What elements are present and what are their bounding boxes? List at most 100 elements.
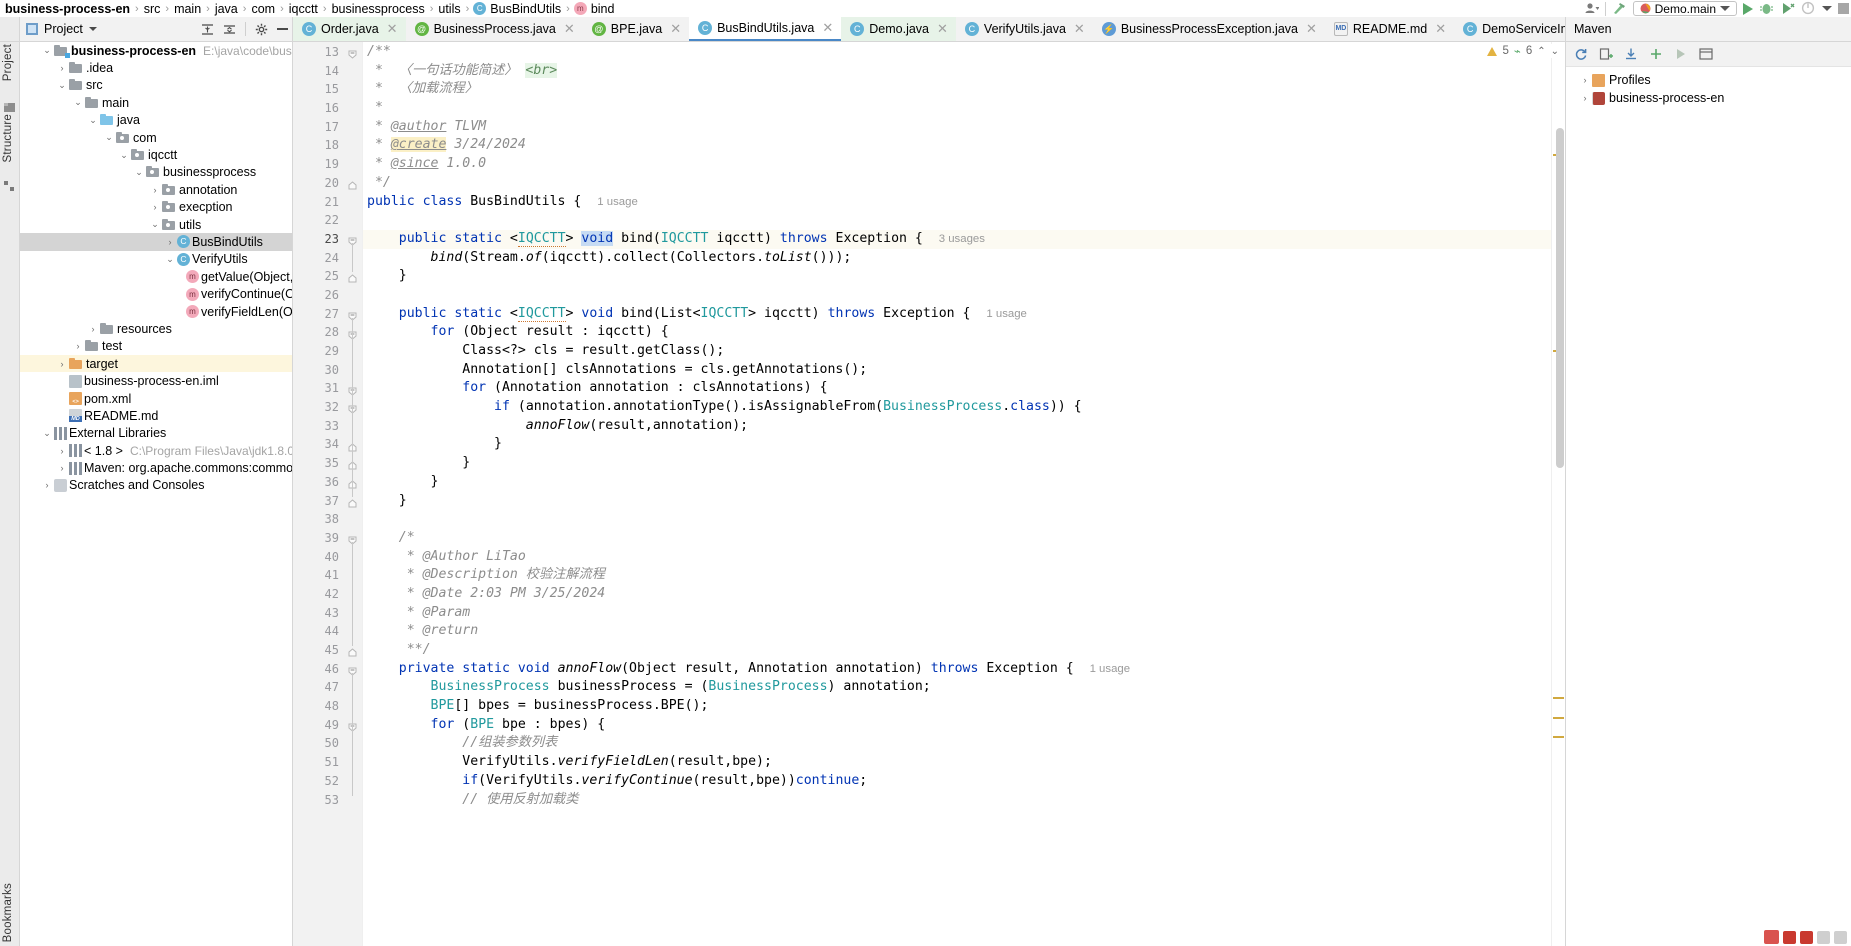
chevron-right-icon[interactable]: › — [55, 63, 69, 73]
tree-row-com[interactable]: ⌄ com — [20, 129, 292, 146]
hammer-build-icon[interactable] — [1612, 1, 1627, 16]
editor-scrollbar-thumb[interactable] — [1556, 128, 1564, 468]
tree-row-method-getvalue[interactable]: m getValue(Object, Strin — [20, 268, 292, 285]
code-line[interactable] — [363, 510, 1551, 529]
editor-tab-readme-md[interactable]: MD README.md ✕ — [1324, 17, 1455, 41]
breadcrumb-item-1[interactable]: src — [143, 2, 162, 16]
maven-tree[interactable]: › Profiles › business-process-en — [1566, 67, 1851, 107]
fold-collapse-icon[interactable] — [348, 664, 357, 676]
tree-row-utils[interactable]: ⌄ utils — [20, 216, 292, 233]
line-number[interactable]: 32 — [293, 398, 343, 417]
chevron-right-icon[interactable]: › — [163, 237, 177, 247]
editor-tab-busbindutils-java[interactable]: C BusBindUtils.java ✕ — [689, 17, 842, 41]
debug-icon[interactable] — [1759, 1, 1774, 16]
run-configuration-selector[interactable]: Demo.main — [1632, 1, 1737, 16]
download-sources-icon[interactable] — [1624, 47, 1638, 61]
line-number[interactable]: 18 — [293, 136, 343, 155]
line-number[interactable]: 41 — [293, 566, 343, 585]
code-line[interactable]: * @Param — [363, 604, 1551, 623]
tree-row-scratches-and-consoles[interactable]: › Scratches and Consoles — [20, 477, 292, 494]
line-number[interactable]: 16 — [293, 99, 343, 118]
add-dependency-icon[interactable] — [1599, 47, 1613, 61]
code-line[interactable]: * — [363, 99, 1551, 118]
breadcrumb-item-2[interactable]: main — [173, 2, 202, 16]
fold-collapse-icon[interactable] — [348, 234, 357, 246]
code-line[interactable]: private static void annoFlow(Object resu… — [363, 660, 1551, 679]
close-icon[interactable]: ✕ — [937, 21, 948, 37]
code-line[interactable]: * 〈加载流程〉 — [363, 80, 1551, 99]
warning-marker[interactable] — [1553, 697, 1564, 699]
line-number[interactable]: 36 — [293, 473, 343, 492]
warning-marker[interactable] — [1553, 736, 1564, 738]
dim-badge-icon[interactable] — [1834, 930, 1847, 944]
chevron-right-icon[interactable]: › — [55, 446, 69, 456]
tree-row-business-process-en[interactable]: ⌄ business-process-en E:\java\code\busin… — [20, 42, 292, 59]
code-line[interactable]: public static <IQCCTT> void bind(IQCCTT … — [363, 229, 1551, 249]
tree-row-annotation[interactable]: › annotation — [20, 181, 292, 198]
tree-row-readme-md[interactable]: MD README.md — [20, 407, 292, 424]
chevron-down-icon[interactable] — [1720, 6, 1730, 11]
line-number[interactable]: 34 — [293, 435, 343, 454]
breadcrumb-item-0[interactable]: business-process-en — [4, 2, 131, 16]
chevron-down-icon[interactable]: ⌄ — [132, 167, 146, 178]
line-number[interactable]: 24 — [293, 249, 343, 268]
line-number[interactable]: 35 — [293, 454, 343, 473]
line-number[interactable]: 48 — [293, 697, 343, 716]
fold-end-icon[interactable] — [348, 178, 357, 190]
chevron-right-icon[interactable]: › — [40, 480, 54, 490]
close-icon[interactable]: ✕ — [670, 21, 681, 37]
chevron-down-icon[interactable] — [1822, 6, 1832, 11]
tree-row-execption[interactable]: › execption — [20, 199, 292, 216]
breadcrumb-item-7[interactable]: utils — [437, 2, 461, 16]
code-folding-gutter[interactable] — [343, 42, 363, 946]
code-line[interactable]: } — [363, 267, 1551, 286]
tree-row-method-verifyfieldlen[interactable]: m verifyFieldLen(Object, — [20, 303, 292, 320]
editor-tab-demoserviceimpl-java[interactable]: C DemoServiceImpl.ja — [1454, 17, 1565, 41]
code-line[interactable]: BusinessProcess businessProcess = (Busin… — [363, 678, 1551, 697]
code-line[interactable]: * 〈一句话功能简述〉 <br> — [363, 62, 1551, 81]
code-line[interactable]: VerifyUtils.verifyFieldLen(result,bpe); — [363, 753, 1551, 772]
code-line[interactable] — [363, 211, 1551, 230]
chevron-right-icon[interactable]: › — [148, 185, 162, 195]
fold-end-icon[interactable] — [348, 496, 357, 508]
code-text-area[interactable]: /** * 〈一句话功能简述〉 <br> * 〈加载流程〉 * * @autho… — [363, 42, 1551, 946]
line-number[interactable]: 44 — [293, 622, 343, 641]
refresh-icon[interactable] — [1574, 47, 1588, 61]
chevron-down-icon[interactable]: ⌄ — [148, 219, 162, 230]
line-number[interactable]: 53 — [293, 791, 343, 810]
line-number[interactable]: 28 — [293, 323, 343, 342]
fold-end-icon[interactable] — [348, 271, 357, 283]
code-line[interactable]: annoFlow(result,annotation); — [363, 417, 1551, 436]
tree-row-external-libraries[interactable]: ⌄ External Libraries — [20, 425, 292, 442]
line-number[interactable]: 46 — [293, 660, 343, 679]
tree-row-main[interactable]: ⌄ main — [20, 94, 292, 111]
line-number[interactable]: 29 — [293, 342, 343, 361]
code-line[interactable]: public class BusBindUtils { 1 usage — [363, 193, 1551, 212]
code-line[interactable]: * @Date 2:03 PM 3/25/2024 — [363, 585, 1551, 604]
code-line[interactable]: if(VerifyUtils.verifyContinue(result,bpe… — [363, 772, 1551, 791]
line-number[interactable]: 40 — [293, 548, 343, 567]
line-number[interactable]: 25 — [293, 267, 343, 286]
code-line[interactable]: /* — [363, 529, 1551, 548]
chevron-down-icon[interactable]: ⌄ — [117, 150, 131, 161]
editor-tab-businessprocess-java[interactable]: @ BusinessProcess.java ✕ — [405, 17, 583, 41]
fold-end-icon[interactable] — [348, 645, 357, 657]
fold-collapse-icon[interactable] — [348, 533, 357, 545]
code-line[interactable]: * @create 3/24/2024 — [363, 136, 1551, 155]
strip-button-bookmarks[interactable]: Bookmarks — [2, 883, 14, 942]
line-number[interactable]: 17 — [293, 118, 343, 137]
code-line[interactable]: * @return — [363, 622, 1551, 641]
tree-row-target[interactable]: › target — [20, 355, 292, 373]
stop-icon[interactable] — [1838, 3, 1849, 14]
editor-tab-verifyutils-java[interactable]: C VerifyUtils.java ✕ — [955, 17, 1093, 41]
maven-settings-icon[interactable] — [1699, 47, 1713, 61]
chevron-down-icon[interactable]: ⌄ — [40, 428, 54, 439]
code-line[interactable]: **/ — [363, 641, 1551, 660]
strip-button-structure[interactable]: Structure — [2, 114, 14, 162]
close-icon[interactable]: ✕ — [1306, 21, 1317, 37]
chevron-down-icon[interactable]: ⌄ — [102, 132, 116, 143]
tree-row-jdk[interactable]: › < 1.8 > C:\Program Files\Java\jdk1.8.0… — [20, 442, 293, 459]
close-icon[interactable]: ✕ — [387, 21, 398, 37]
tree-row-verifyutils[interactable]: ⌄ C VerifyUtils — [20, 251, 292, 268]
breadcrumb-item-6[interactable]: businessprocess — [331, 2, 426, 16]
